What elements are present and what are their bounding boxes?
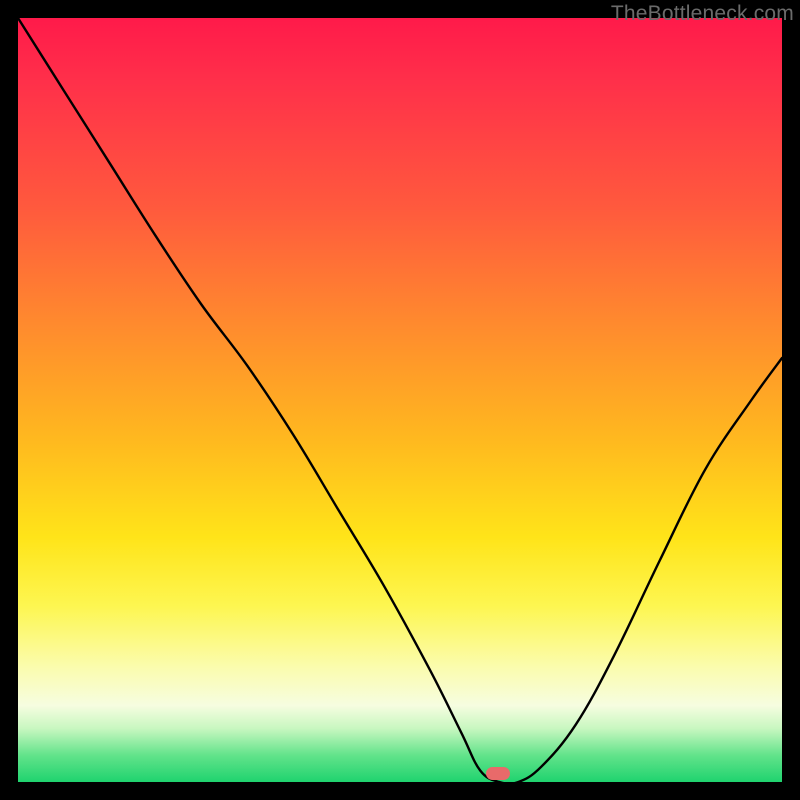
bottleneck-curve xyxy=(18,18,782,782)
watermark-text: TheBottleneck.com xyxy=(611,2,794,26)
chart-frame: TheBottleneck.com xyxy=(0,0,800,800)
optimal-marker xyxy=(486,767,510,780)
chart-plot-area xyxy=(18,18,782,782)
